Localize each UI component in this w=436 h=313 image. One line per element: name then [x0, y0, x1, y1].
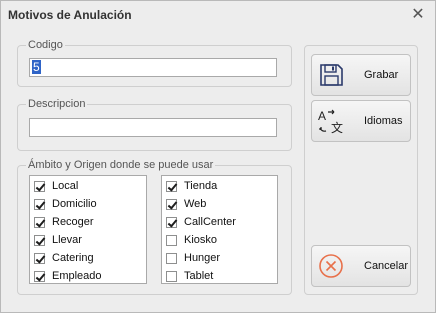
- floppy-disk-icon: [320, 64, 343, 86]
- checkbox-tienda[interactable]: Tienda: [162, 177, 277, 195]
- descripcion-input[interactable]: [29, 118, 277, 137]
- checkbox-empleado[interactable]: Empleado: [30, 267, 146, 285]
- checkbox-box[interactable]: [166, 198, 177, 210]
- checkbox-box[interactable]: [166, 252, 177, 264]
- codigo-value: 5: [32, 60, 41, 74]
- checkbox-catering[interactable]: Catering: [30, 249, 146, 267]
- checkbox-label: CallCenter: [184, 216, 236, 228]
- checkbox-local[interactable]: Local: [30, 177, 146, 195]
- dialog-window: Motivos de Anulación ✕ Codigo 5 Descripc…: [0, 0, 436, 313]
- checkbox-box[interactable]: [34, 216, 45, 228]
- checkbox-label: Domicilio: [52, 198, 97, 210]
- origen-list: Local Domicilio Recoger Llevar Catering Emple…: [29, 175, 147, 284]
- title-bar: Motivos de Anulación ✕: [1, 1, 435, 30]
- checkbox-label: Tablet: [184, 270, 214, 282]
- checkbox-box[interactable]: [34, 234, 45, 246]
- svg-text:文: 文: [331, 120, 343, 135]
- grabar-label: Grabar: [364, 69, 399, 81]
- checkbox-label: Llevar: [52, 234, 82, 246]
- checkbox-recoger[interactable]: Recoger: [30, 213, 146, 231]
- idiomas-button[interactable]: A 文 Idiomas: [311, 100, 411, 142]
- checkbox-box[interactable]: [34, 270, 45, 282]
- ambito-group: Ámbito y Origen donde se puede usar Loca…: [17, 158, 292, 295]
- checkbox-llevar[interactable]: Llevar: [30, 231, 146, 249]
- translate-icon: A 文: [318, 109, 343, 135]
- checkbox-label: Kiosko: [184, 234, 218, 246]
- checkbox-callcenter[interactable]: CallCenter: [162, 213, 277, 231]
- checkbox-hunger[interactable]: Hunger: [162, 249, 277, 267]
- ambito-label: Ámbito y Origen donde se puede usar: [26, 158, 216, 172]
- codigo-input[interactable]: 5: [29, 58, 277, 77]
- checkbox-box[interactable]: [34, 198, 45, 210]
- close-button[interactable]: ✕: [409, 6, 427, 24]
- checkbox-box[interactable]: [34, 180, 45, 192]
- cancelar-button[interactable]: Cancelar: [311, 245, 411, 287]
- checkbox-box[interactable]: [34, 252, 45, 264]
- cancelar-label: Cancelar: [364, 260, 409, 272]
- checkbox-label: Catering: [52, 252, 94, 264]
- actions-panel: Grabar A 文 Idiomas Cancelar: [304, 45, 418, 295]
- window-title: Motivos de Anulación: [8, 8, 132, 22]
- checkbox-label: Empleado: [52, 270, 102, 282]
- idiomas-label: Idiomas: [364, 115, 403, 127]
- checkbox-web[interactable]: Web: [162, 195, 277, 213]
- checkbox-tablet[interactable]: Tablet: [162, 267, 277, 285]
- checkbox-box[interactable]: [166, 234, 177, 246]
- cancel-circle-icon: [319, 254, 343, 278]
- svg-text:A: A: [318, 109, 326, 123]
- checkbox-box[interactable]: [166, 216, 177, 228]
- descripcion-group: Descripcion: [17, 97, 292, 151]
- codigo-group: Codigo 5: [17, 38, 292, 87]
- checkbox-box[interactable]: [166, 270, 177, 282]
- codigo-label: Codigo: [26, 38, 65, 52]
- checkbox-label: Recoger: [52, 216, 94, 228]
- checkbox-label: Local: [52, 180, 79, 192]
- checkbox-domicilio[interactable]: Domicilio: [30, 195, 146, 213]
- checkbox-kiosko[interactable]: Kiosko: [162, 231, 277, 249]
- checkbox-label: Tienda: [184, 180, 218, 192]
- checkbox-label: Hunger: [184, 252, 221, 264]
- ambito-list: Tienda Web CallCenter Kiosko Hunger Tablet: [161, 175, 278, 284]
- descripcion-label: Descripcion: [26, 97, 88, 111]
- grabar-button[interactable]: Grabar: [311, 54, 411, 96]
- checkbox-box[interactable]: [166, 180, 177, 192]
- checkbox-label: Web: [184, 198, 207, 210]
